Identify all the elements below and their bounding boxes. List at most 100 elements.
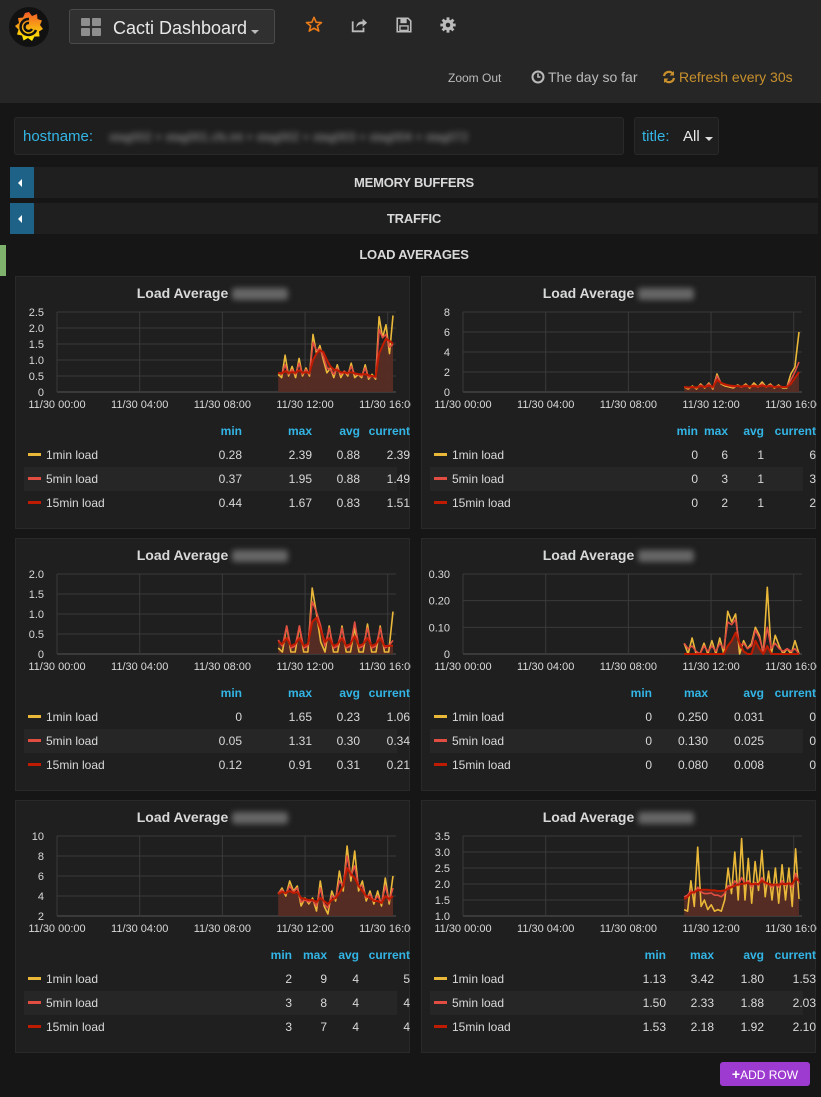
hostname-variable[interactable]: hostname: stag002 + stag001.cfs.int + st… xyxy=(14,117,624,155)
legend-row: 1min load 1.13 3.42 1.80 1.53 xyxy=(430,967,816,991)
legend-col-avg[interactable]: avg xyxy=(339,686,360,700)
series-color-swatch[interactable] xyxy=(28,1001,41,1004)
series-color-swatch[interactable] xyxy=(434,763,447,766)
load-average-panel: Load Average 0 0.5 1.0 1.5 2.0 11/30 00:00 11/3… xyxy=(15,538,411,791)
add-row-button[interactable]: +ADD ROW xyxy=(720,1062,810,1086)
legend-col-current[interactable]: current xyxy=(775,948,816,962)
legend-col-avg[interactable]: avg xyxy=(339,424,360,438)
series-name[interactable]: 5min load xyxy=(452,996,504,1010)
series-name[interactable]: 15min load xyxy=(46,758,105,772)
series-name[interactable]: 5min load xyxy=(46,996,98,1010)
panel-title[interactable]: Load Average xyxy=(422,809,815,825)
legend-col-current[interactable]: current xyxy=(775,424,816,438)
series-name[interactable]: 1min load xyxy=(452,448,504,462)
series-name[interactable]: 1min load xyxy=(452,972,504,986)
legend-col-avg[interactable]: avg xyxy=(743,948,764,962)
series-color-swatch[interactable] xyxy=(434,501,447,504)
load-average-chart[interactable]: 2 4 6 8 10 11/30 00:00 11/30 04:00 11/30 08:00 1… xyxy=(16,829,411,947)
legend-col-max[interactable]: max xyxy=(288,686,312,700)
legend-col-min[interactable]: min xyxy=(221,424,242,438)
legend-value-min: 0 xyxy=(645,710,652,724)
series-color-swatch[interactable] xyxy=(28,1025,41,1028)
title-value[interactable]: All xyxy=(683,128,700,145)
series-name[interactable]: 1min load xyxy=(46,972,98,986)
series-name[interactable]: 15min load xyxy=(46,496,105,510)
panel-title[interactable]: Load Average xyxy=(16,285,409,301)
series-color-swatch[interactable] xyxy=(28,977,41,980)
series-name[interactable]: 5min load xyxy=(46,472,98,486)
row-title[interactable]: LOAD AVERAGES xyxy=(10,247,818,262)
load-average-chart[interactable]: 0 0.5 1.0 1.5 2.0 2.5 11/30 00:00 11/30 04:00 11… xyxy=(16,305,411,423)
series-name[interactable]: 1min load xyxy=(452,710,504,724)
legend-value-current: 0.34 xyxy=(386,734,410,748)
series-name[interactable]: 1min load xyxy=(46,448,98,462)
title-variable[interactable]: title: All xyxy=(634,117,719,155)
dashboard-picker[interactable]: Cacti Dashboard xyxy=(69,9,275,44)
save-icon[interactable] xyxy=(395,16,415,36)
legend-col-max[interactable]: max xyxy=(690,948,714,962)
hostname-value[interactable]: stag002 + stag001.cfs.int + stag002 + st… xyxy=(109,130,614,144)
load-average-chart[interactable]: 0 2 4 6 8 11/30 00:00 11/30 04:00 11/30 08:00 11… xyxy=(422,305,817,423)
x-tick-label: 11/30 04:00 xyxy=(111,399,168,411)
legend-col-min[interactable]: min xyxy=(631,686,652,700)
legend-col-current[interactable]: current xyxy=(369,424,410,438)
legend-col-current[interactable]: current xyxy=(369,948,410,962)
legend-col-current[interactable]: current xyxy=(369,686,410,700)
series-color-swatch[interactable] xyxy=(28,739,41,742)
y-tick-label: 10 xyxy=(32,831,44,843)
series-color-swatch[interactable] xyxy=(28,715,41,718)
time-range-label: The day so far xyxy=(548,69,638,85)
series-name[interactable]: 15min load xyxy=(452,758,511,772)
time-range-picker[interactable]: The day so far xyxy=(531,69,638,85)
series-color-swatch[interactable] xyxy=(28,501,41,504)
panel-title[interactable]: Load Average xyxy=(16,547,409,563)
legend-col-min[interactable]: min xyxy=(221,686,242,700)
legend-col-avg[interactable]: avg xyxy=(743,686,764,700)
legend-value-max: 2.33 xyxy=(690,996,714,1010)
share-icon[interactable] xyxy=(350,16,370,36)
legend-col-min[interactable]: min xyxy=(645,948,666,962)
series-color-swatch[interactable] xyxy=(434,977,447,980)
legend-col-max[interactable]: max xyxy=(704,424,728,438)
series-color-swatch[interactable] xyxy=(434,1025,447,1028)
legend-col-max[interactable]: max xyxy=(684,686,708,700)
star-icon[interactable] xyxy=(305,16,325,36)
grafana-logo[interactable] xyxy=(9,7,49,47)
legend-col-current[interactable]: current xyxy=(775,686,816,700)
panel-title[interactable]: Load Average xyxy=(16,809,409,825)
legend-col-min[interactable]: min xyxy=(677,424,698,438)
series-color-swatch[interactable] xyxy=(28,763,41,766)
gear-icon[interactable] xyxy=(439,16,459,36)
load-average-chart[interactable]: 0 0.5 1.0 1.5 2.0 11/30 00:00 11/30 04:00 11/30… xyxy=(16,567,411,685)
series-name[interactable]: 5min load xyxy=(452,472,504,486)
legend-col-max[interactable]: max xyxy=(288,424,312,438)
series-color-swatch[interactable] xyxy=(434,715,447,718)
series-color-swatch[interactable] xyxy=(28,453,41,456)
zoom-out-button[interactable]: Zoom Out xyxy=(448,71,501,85)
series-name[interactable]: 5min load xyxy=(452,734,504,748)
series-color-swatch[interactable] xyxy=(434,1001,447,1004)
series-name[interactable]: 15min load xyxy=(452,1020,511,1034)
legend-col-max[interactable]: max xyxy=(303,948,327,962)
row-title[interactable]: TRAFFIC xyxy=(10,211,818,226)
series-color-swatch[interactable] xyxy=(28,477,41,480)
refresh-picker[interactable]: Refresh every 30s xyxy=(662,69,793,85)
panel-title[interactable]: Load Average xyxy=(422,285,815,301)
load-average-chart[interactable]: 0 0.10 0.20 0.30 11/30 00:00 11/30 04:00 11/30… xyxy=(422,567,817,685)
series-name[interactable]: 5min load xyxy=(46,734,98,748)
row-drag-handle[interactable] xyxy=(0,245,6,276)
y-tick-label: 0.10 xyxy=(429,622,450,634)
legend-col-min[interactable]: min xyxy=(271,948,292,962)
panel-title[interactable]: Load Average xyxy=(422,547,815,563)
legend-col-avg[interactable]: avg xyxy=(338,948,359,962)
series-color-swatch[interactable] xyxy=(434,453,447,456)
series-name[interactable]: 15min load xyxy=(46,1020,105,1034)
load-average-chart[interactable]: 1.0 1.5 2.0 2.5 3.0 3.5 11/30 00:00 11/30 04:00… xyxy=(422,829,817,947)
series-name[interactable]: 1min load xyxy=(46,710,98,724)
y-tick-label: 0.5 xyxy=(29,629,44,641)
series-color-swatch[interactable] xyxy=(434,477,447,480)
legend-col-avg[interactable]: avg xyxy=(743,424,764,438)
series-name[interactable]: 15min load xyxy=(452,496,511,510)
series-color-swatch[interactable] xyxy=(434,739,447,742)
row-title[interactable]: MEMORY BUFFERS xyxy=(10,175,818,190)
